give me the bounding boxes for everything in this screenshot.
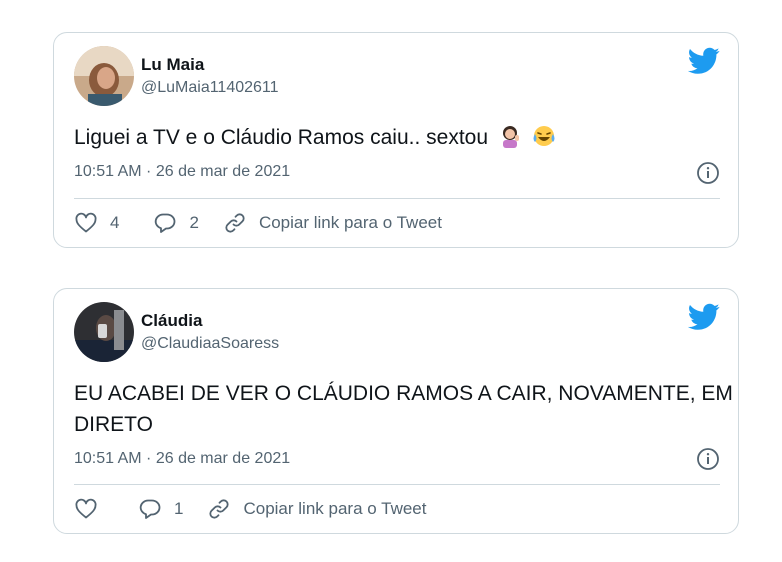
author-name[interactable]: Lu Maia (141, 55, 204, 75)
tweet-text-content: Liguei a TV e o Cláudio Ramos caiu.. sex… (74, 126, 489, 149)
tweet-timestamp[interactable]: 10:51 AM · 26 de mar de 2021 (74, 163, 290, 181)
author-handle[interactable]: @ClaudiaaSoaress (141, 335, 279, 353)
reply-bubble-icon (155, 213, 176, 233)
tweet-timestamp[interactable]: 10:51 AM · 26 de mar de 2021 (74, 450, 290, 468)
reply-count: 1 (174, 499, 184, 518)
tweet-card[interactable]: Lu Maia @LuMaia11402611 Liguei a TV e o … (53, 32, 739, 248)
reply-button[interactable]: 2 (153, 211, 199, 235)
copy-link-label: Copiar link para o Tweet (258, 213, 442, 232)
tears-of-joy-emoji-icon (533, 126, 555, 146)
author-name[interactable]: Cláudia (141, 311, 202, 331)
tweet-card[interactable]: Cláudia @ClaudiaaSoaress EU ACABEI DE VE… (53, 288, 739, 534)
info-icon[interactable] (696, 161, 720, 185)
avatar[interactable] (74, 302, 134, 362)
tweet-text: EU ACABEI DE VER O CLÁUDIO RAMOS A CAIR,… (74, 382, 733, 436)
divider (74, 484, 720, 485)
divider (74, 198, 720, 199)
twitter-bird-icon[interactable] (688, 47, 720, 75)
reply-button[interactable]: 1 (138, 497, 183, 521)
tweet-text: Liguei a TV e o Cláudio Ramos caiu.. sex… (74, 122, 724, 153)
author-handle[interactable]: @LuMaia11402611 (141, 79, 279, 97)
link-icon (209, 499, 230, 519)
like-button[interactable] (74, 497, 110, 521)
reply-count: 2 (189, 213, 199, 232)
copy-link-button[interactable]: Copiar link para o Tweet (223, 211, 442, 235)
like-count: 4 (110, 213, 120, 232)
copy-link-button[interactable]: Copiar link para o Tweet (207, 497, 426, 521)
tweet-actions: 4 2 Copiar link para o Tweet (74, 211, 442, 235)
woman-tipping-hand-emoji-icon (502, 126, 519, 148)
tweet-actions: 1 Copiar link para o Tweet (74, 497, 426, 521)
twitter-bird-icon[interactable] (688, 303, 720, 331)
link-icon (225, 213, 245, 233)
reply-bubble-icon (139, 499, 161, 519)
heart-icon (75, 212, 97, 233)
heart-icon (75, 498, 97, 519)
avatar[interactable] (74, 46, 134, 106)
like-button[interactable]: 4 (74, 211, 119, 235)
copy-link-label: Copiar link para o Tweet (243, 499, 427, 518)
info-icon[interactable] (696, 447, 720, 471)
